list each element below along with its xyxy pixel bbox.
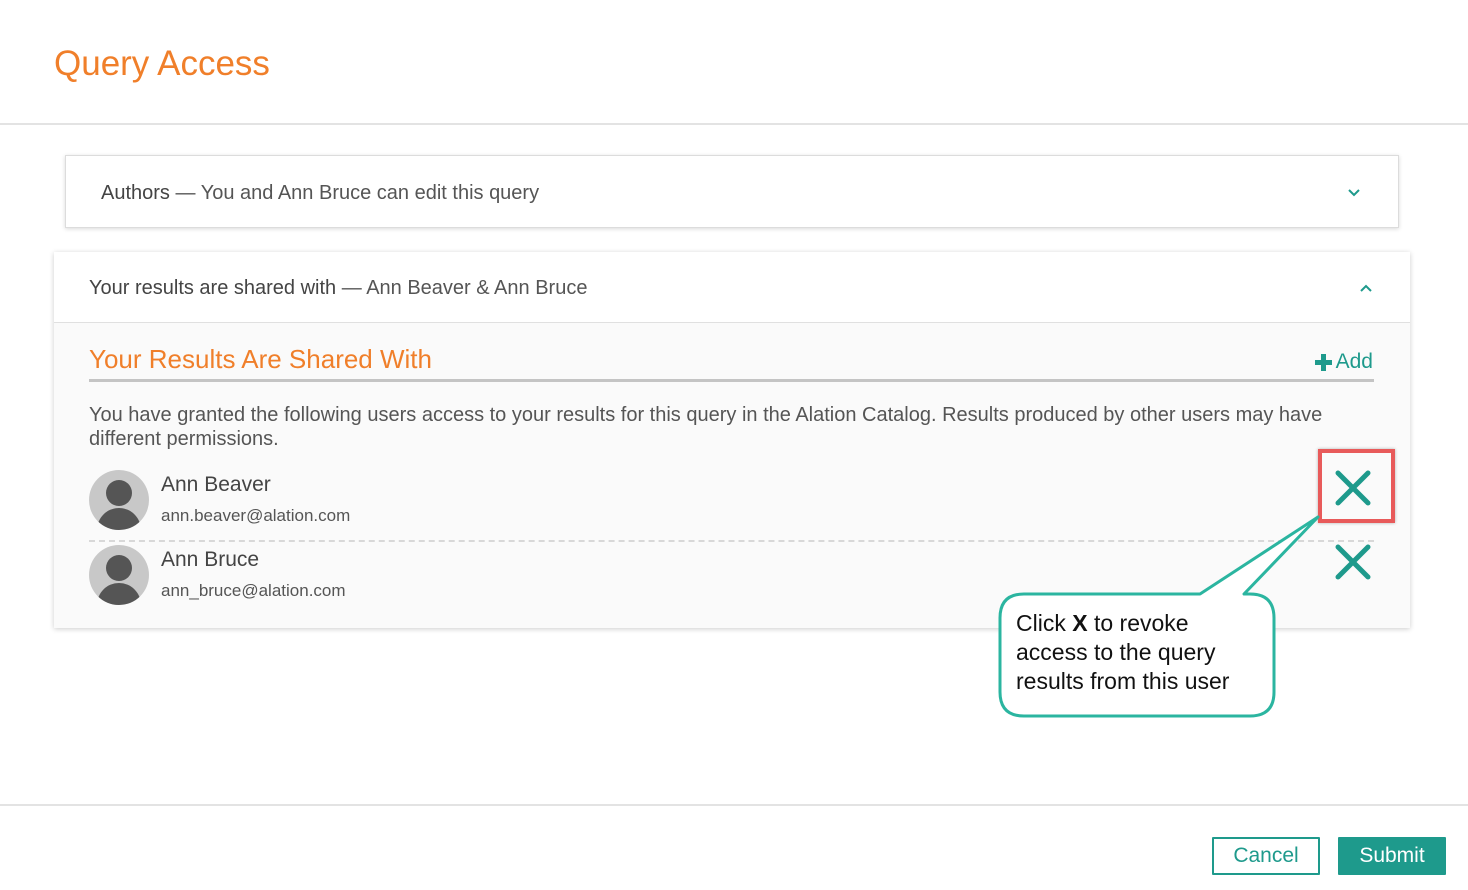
section-divider xyxy=(89,379,1374,382)
cancel-button[interactable]: Cancel xyxy=(1212,837,1320,875)
highlight-box xyxy=(1318,449,1395,523)
authors-panel[interactable]: Authors — You and Ann Bruce can edit thi… xyxy=(65,155,1399,228)
dialog-header: Query Access xyxy=(0,0,1468,125)
shared-heading: Your results are shared with — Ann Beave… xyxy=(89,277,587,300)
callout-bold: X xyxy=(1072,610,1088,636)
close-icon[interactable] xyxy=(1334,543,1372,581)
user-email: ann.beaver@alation.com xyxy=(161,506,351,525)
shared-panel-header[interactable]: Your results are shared with — Ann Beave… xyxy=(54,252,1410,323)
section-title: Your Results Are Shared With xyxy=(89,344,432,374)
list-item: Ann Beaver ann.beaver@alation.com xyxy=(89,468,1374,542)
shared-panel: Your results are shared with — Ann Beave… xyxy=(54,252,1410,628)
shared-summary: Ann Beaver & Ann Bruce xyxy=(366,277,588,299)
authors-summary: You and Ann Bruce can edit this query xyxy=(200,182,540,204)
list-item: Ann Bruce ann_bruce@alation.com xyxy=(89,543,1374,617)
avatar xyxy=(89,470,149,530)
authors-separator: — xyxy=(169,182,201,204)
plus-icon xyxy=(1314,353,1332,371)
user-email: ann_bruce@alation.com xyxy=(161,581,346,600)
add-label: Add xyxy=(1335,350,1373,373)
chevron-down-icon[interactable] xyxy=(1344,182,1364,202)
user-name: Ann Bruce xyxy=(161,548,260,571)
callout-prefix: Click xyxy=(1016,610,1073,636)
avatar xyxy=(89,545,149,605)
user-name: Ann Beaver xyxy=(161,473,271,496)
callout-text: Click X to revoke access to the query re… xyxy=(1016,609,1266,696)
add-user-button[interactable]: Add xyxy=(1314,350,1373,374)
shared-label: Your results are shared with xyxy=(89,277,337,299)
shared-separator: — xyxy=(336,277,367,299)
authors-label: Authors xyxy=(101,182,170,204)
page-title: Query Access xyxy=(54,44,270,83)
footer-divider xyxy=(0,804,1468,806)
submit-button[interactable]: Submit xyxy=(1338,837,1446,875)
authors-heading: Authors — You and Ann Bruce can edit thi… xyxy=(101,182,539,205)
chevron-up-icon[interactable] xyxy=(1356,278,1376,298)
sharing-description: You have granted the following users acc… xyxy=(89,404,1323,450)
